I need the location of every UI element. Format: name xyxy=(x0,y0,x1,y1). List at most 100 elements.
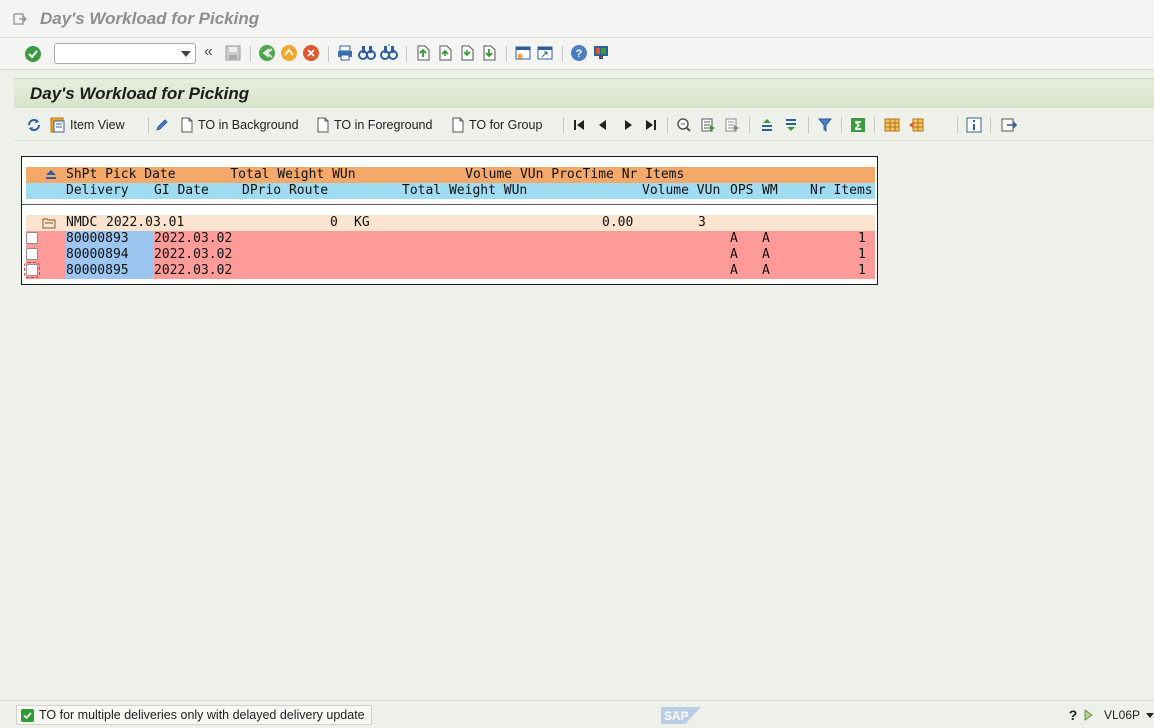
to-in-foreground-label: TO in Foreground xyxy=(334,118,433,132)
application-toolbar: Item View TO in Background TO in Foregro… xyxy=(14,109,1154,141)
previous-page-icon[interactable] xyxy=(436,44,454,62)
select-all-icon[interactable] xyxy=(700,117,716,133)
group-volume: 0.00 xyxy=(602,215,634,230)
exit-menu-icon[interactable] xyxy=(13,12,27,26)
separator xyxy=(328,46,329,62)
row-nr-items: 1 xyxy=(858,263,866,278)
find-next-icon[interactable] xyxy=(380,44,398,62)
print-icon[interactable] xyxy=(336,44,354,62)
next-item-icon[interactable] xyxy=(620,117,636,133)
to-for-group-label: TO for Group xyxy=(469,118,543,132)
status-bar: TO for multiple deliveries only with del… xyxy=(0,700,1154,728)
separator xyxy=(562,46,563,62)
list-header-1: ShPt Pick Date Total Weight WUn Volume V… xyxy=(26,167,875,183)
col-delivery[interactable]: Delivery xyxy=(66,183,129,199)
row-wm: A xyxy=(762,263,770,278)
save-icon[interactable] xyxy=(224,44,242,62)
table-row[interactable]: 80000894 2022.03.02 A A 1 xyxy=(26,247,875,263)
enter-icon[interactable] xyxy=(24,45,42,63)
back-icon[interactable] xyxy=(258,44,276,62)
col-gi-date[interactable]: GI Date xyxy=(154,183,209,199)
row-nr-items: 1 xyxy=(858,231,866,246)
separator xyxy=(250,46,251,62)
deselect-all-icon[interactable] xyxy=(724,117,740,133)
status-message-text: TO for multiple deliveries only with del… xyxy=(39,708,365,722)
to-for-group-button[interactable]: TO for Group xyxy=(451,116,542,134)
row-delivery[interactable]: 80000894 xyxy=(66,247,154,263)
success-icon xyxy=(21,709,34,722)
col-volume[interactable]: Volume VUn xyxy=(642,183,720,199)
expand-all-icon[interactable] xyxy=(44,169,58,181)
command-field[interactable] xyxy=(54,43,196,64)
row-checkbox[interactable] xyxy=(26,248,38,260)
table-row[interactable]: 80000895 2022.03.02 A A 1 xyxy=(26,263,875,279)
row-checkbox[interactable] xyxy=(24,262,40,278)
last-item-icon[interactable] xyxy=(643,117,659,133)
row-wm: A xyxy=(762,231,770,246)
row-delivery[interactable]: 80000893 xyxy=(66,231,154,247)
separator xyxy=(957,117,958,133)
help-icon[interactable]: ? xyxy=(570,44,588,62)
separator xyxy=(990,117,991,133)
change-layout-icon[interactable] xyxy=(884,117,900,133)
col-total-weight[interactable]: Total Weight WUn xyxy=(402,183,527,199)
previous-item-icon[interactable] xyxy=(595,117,611,133)
collapse-command-icon[interactable]: « xyxy=(204,43,213,61)
filter-icon[interactable] xyxy=(817,117,833,133)
col-ops[interactable]: OPS xyxy=(730,183,753,199)
sap-logo: SAP xyxy=(661,707,701,724)
sort-ascending-icon[interactable] xyxy=(759,117,775,133)
edit-pencil-icon[interactable] xyxy=(154,117,170,133)
details-icon[interactable] xyxy=(676,117,692,133)
group-wun: KG xyxy=(354,215,370,230)
export-icon[interactable] xyxy=(1001,117,1017,133)
row-checkbox[interactable] xyxy=(26,232,38,244)
col-nr-items[interactable]: Nr Items xyxy=(810,183,873,199)
separator xyxy=(808,117,809,133)
create-session-icon[interactable] xyxy=(514,44,532,62)
transaction-code[interactable]: VL06P xyxy=(1104,708,1140,722)
col-wm[interactable]: WM xyxy=(762,183,778,199)
cancel-icon[interactable] xyxy=(302,44,320,62)
item-view-label: Item View xyxy=(70,118,125,132)
to-in-foreground-button[interactable]: TO in Foreground xyxy=(316,116,432,134)
item-view-button[interactable]: Item View xyxy=(50,116,125,134)
exit-icon[interactable] xyxy=(280,44,298,62)
status-expand-icon[interactable] xyxy=(1083,709,1093,721)
chevron-down-icon[interactable] xyxy=(181,51,191,57)
separator xyxy=(841,117,842,133)
document-icon xyxy=(452,117,464,133)
delivery-list: ShPt Pick Date Total Weight WUn Volume V… xyxy=(21,156,878,285)
next-page-icon[interactable] xyxy=(458,44,476,62)
title-bar: Day's Workload for Picking xyxy=(0,0,1154,38)
first-item-icon[interactable] xyxy=(571,117,587,133)
screen-header: Day's Workload for Picking xyxy=(14,78,1154,108)
list-header-1-text: ShPt Pick Date Total Weight WUn Volume V… xyxy=(66,167,685,182)
separator xyxy=(749,117,750,133)
first-page-icon[interactable] xyxy=(414,44,432,62)
table-row[interactable]: 80000893 2022.03.02 A A 1 xyxy=(26,231,875,247)
col-dprio-route[interactable]: DPrio Route xyxy=(242,183,328,199)
information-icon[interactable] xyxy=(966,117,982,133)
shortcut-icon[interactable] xyxy=(536,44,554,62)
refresh-icon[interactable] xyxy=(26,117,42,133)
chevron-down-icon[interactable] xyxy=(1146,713,1154,719)
group-row[interactable]: NMDC 2022.03.01 0 KG 0.00 3 xyxy=(26,215,875,231)
to-in-background-button[interactable]: TO in Background xyxy=(180,116,299,134)
row-delivery[interactable]: 80000895 xyxy=(66,263,154,279)
status-message[interactable]: TO for multiple deliveries only with del… xyxy=(16,705,372,725)
find-icon[interactable] xyxy=(358,44,376,62)
row-gi-date: 2022.03.02 xyxy=(154,231,233,246)
status-help-icon[interactable]: ? xyxy=(1067,707,1079,723)
customize-layout-icon[interactable] xyxy=(592,44,610,62)
row-gi-date: 2022.03.02 xyxy=(154,247,233,262)
sort-descending-icon[interactable] xyxy=(783,117,799,133)
choose-layout-icon[interactable] xyxy=(908,117,924,133)
list-header-2: Delivery GI Date DPrio Route Total Weigh… xyxy=(26,183,875,199)
last-page-icon[interactable] xyxy=(480,44,498,62)
separator xyxy=(506,46,507,62)
sum-icon[interactable]: Σ xyxy=(850,117,866,133)
separator xyxy=(406,46,407,62)
item-view-icon xyxy=(50,117,65,133)
folder-icon[interactable] xyxy=(42,217,56,229)
